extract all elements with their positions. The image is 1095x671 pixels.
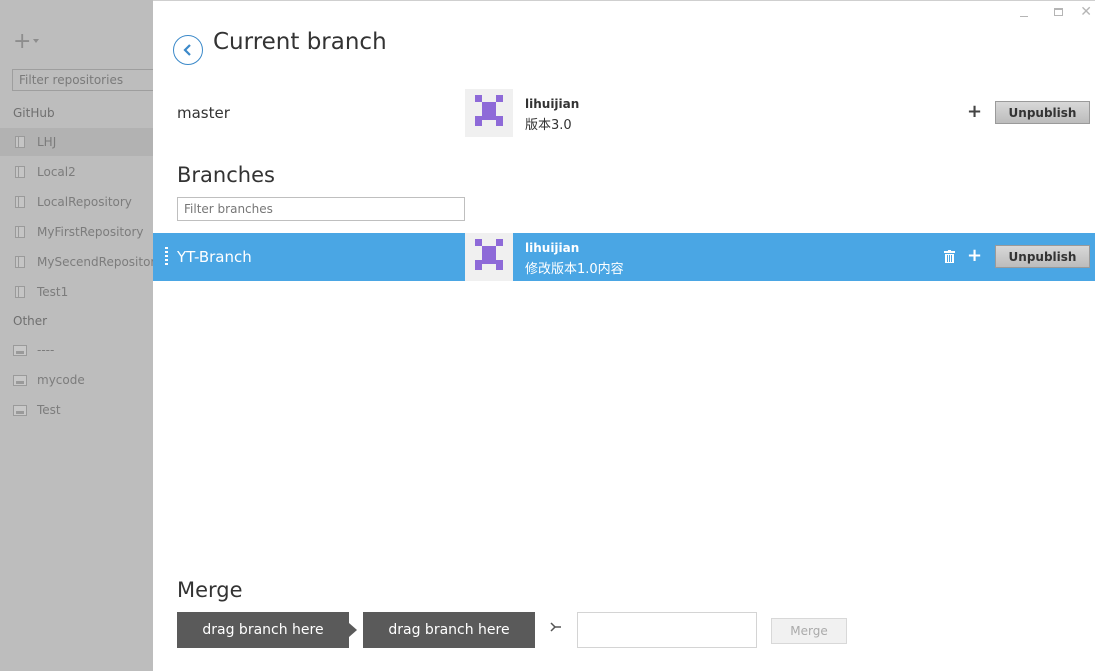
branch-row-yt-branch[interactable]: YT-Branch lihuijian 修改版本1.0内容 + Unpublis… (153, 233, 1095, 281)
local-repository-icon (13, 405, 27, 416)
other-heading: Other (13, 314, 48, 328)
avatar (465, 89, 513, 137)
sidebar-item-label: LHJ (37, 135, 57, 149)
top-divider (153, 0, 1095, 1)
branches-title: Branches (177, 163, 275, 187)
repository-icon (15, 136, 25, 148)
add-dropdown-caret-icon[interactable] (33, 39, 39, 43)
commit-message: 版本3.0 (525, 118, 572, 133)
merge-commit-summary-input[interactable] (577, 612, 757, 648)
sidebar-item-dashes[interactable]: ---- (0, 336, 153, 364)
sidebar-item-label: MyFirstRepository (37, 225, 144, 239)
page-title: Current branch (213, 29, 387, 55)
commit-author: lihuijian (525, 97, 580, 111)
identicon-icon (475, 95, 503, 126)
commit-message: 修改版本1.0内容 (525, 262, 624, 277)
merge-button[interactable]: Merge (771, 618, 847, 644)
drag-handle-icon[interactable] (165, 247, 168, 267)
branches-panel: ✕ Current branch master lihuijian 版本3.0 … (153, 0, 1095, 671)
branch-name: master (177, 104, 230, 122)
merge-source-dropzone[interactable]: drag branch here (177, 612, 357, 648)
maximize-icon[interactable] (1054, 8, 1063, 16)
sidebar-item-label: mycode (37, 373, 85, 387)
repository-icon (15, 286, 25, 298)
filter-repositories-input[interactable] (12, 69, 153, 91)
sidebar-item-label: Local2 (37, 165, 76, 179)
new-branch-plus-icon[interactable]: + (967, 245, 982, 266)
sidebar-item-mycode[interactable]: mycode (0, 366, 153, 394)
sidebar-item-localrepository[interactable]: LocalRepository (0, 188, 153, 216)
repository-icon (15, 226, 25, 238)
sidebar-item-myfirstrepository[interactable]: MyFirstRepository (0, 218, 153, 246)
merge-title: Merge (177, 578, 243, 602)
branch-name: YT-Branch (177, 248, 252, 266)
unpublish-button[interactable]: Unpublish (995, 245, 1090, 268)
sidebar-item-label: Test1 (37, 285, 69, 299)
sidebar-item-test1[interactable]: Test1 (0, 278, 153, 306)
local-repository-icon (13, 345, 27, 356)
sidebar-item-label: LocalRepository (37, 195, 132, 209)
add-repository-button[interactable]: + (13, 31, 31, 53)
trash-icon[interactable] (944, 248, 955, 267)
commit-author: lihuijian (525, 241, 580, 255)
close-icon[interactable]: ✕ (1080, 4, 1092, 20)
merge-target-dropzone[interactable]: drag branch here (363, 612, 535, 648)
sidebar-item-label: MySecendRepository (37, 255, 153, 269)
github-heading: GitHub (13, 106, 55, 120)
repository-icon (15, 256, 25, 268)
repository-icon (15, 196, 25, 208)
repository-sidebar: + GitHub LHJ Local2 LocalRepository MyFi… (0, 0, 153, 671)
sidebar-item-label: ---- (37, 343, 55, 357)
current-branch-row[interactable]: master lihuijian 版本3.0 + Unpublish (153, 89, 1095, 137)
minimize-icon[interactable] (1020, 16, 1028, 17)
repository-icon (15, 166, 25, 178)
new-branch-plus-icon[interactable]: + (967, 101, 982, 122)
unpublish-button[interactable]: Unpublish (995, 101, 1090, 124)
sidebar-item-lhj[interactable]: LHJ (0, 128, 153, 156)
local-repository-icon (13, 375, 27, 386)
filter-branches-input[interactable] (177, 197, 465, 221)
avatar (465, 233, 513, 281)
merge-arrow-icon (549, 620, 563, 638)
sidebar-item-label: Test (37, 403, 61, 417)
identicon-icon (475, 239, 503, 270)
sidebar-item-local2[interactable]: Local2 (0, 158, 153, 186)
chevron-left-icon (183, 44, 191, 56)
back-button[interactable] (173, 35, 203, 65)
sidebar-item-test[interactable]: Test (0, 396, 153, 424)
sidebar-item-mysecendrepository[interactable]: MySecendRepository (0, 248, 153, 276)
